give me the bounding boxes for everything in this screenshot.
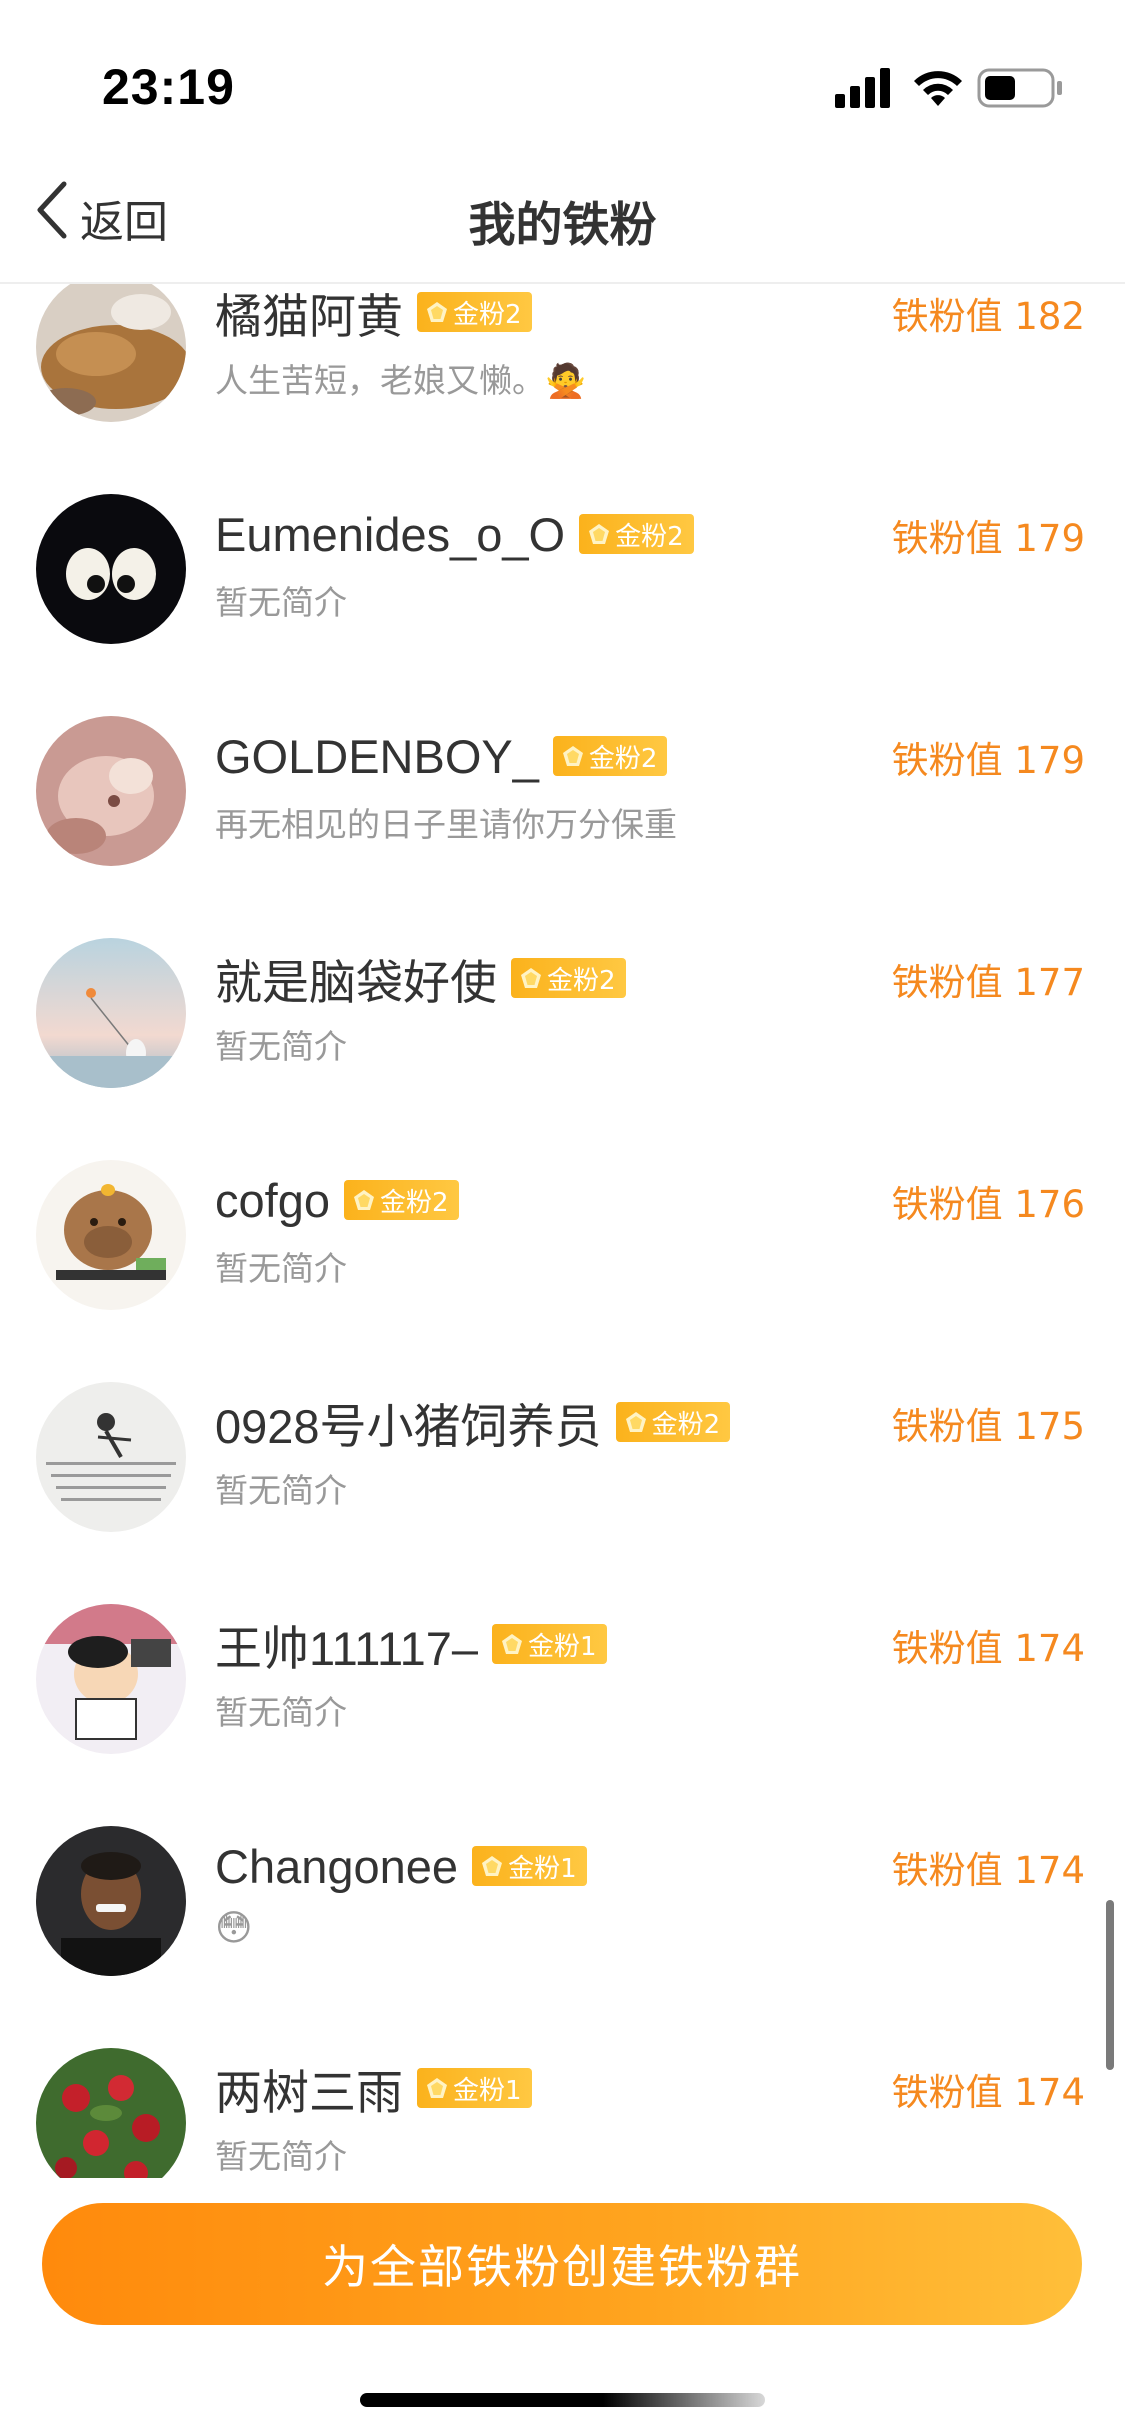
fan-name-line: 橘猫阿黄 金粉2 — [215, 284, 532, 344]
scrollbar[interactable] — [1106, 1900, 1114, 2070]
fan-name[interactable]: 两树三雨 — [215, 2054, 403, 2123]
fan-name[interactable]: 橘猫阿黄 — [215, 284, 403, 347]
gold-gem-icon — [502, 1634, 523, 1654]
fan-name-line: Eumenides_o_O 金粉2 — [215, 502, 694, 566]
nav-bar: 返回 我的铁粉 — [0, 140, 1125, 284]
fan-score: 铁粉值 179 — [891, 739, 1085, 782]
fan-score: 铁粉值 175 — [891, 1405, 1085, 1448]
fan-score: 铁粉值 182 — [891, 295, 1085, 338]
fan-level-badge: 金粉2 — [343, 1180, 459, 1220]
fan-name-line: GOLDENBOY_ 金粉2 — [215, 724, 668, 788]
avatar[interactable] — [36, 938, 186, 1088]
fan-level-badge: 金粉2 — [552, 736, 668, 776]
status-icons — [835, 66, 1065, 110]
bottom-action-area: 为全部铁粉创建铁粉群 — [0, 2178, 1125, 2436]
fan-name[interactable]: Eumenides_o_O — [215, 507, 565, 562]
fan-bio: 暂无简介 — [215, 1471, 347, 1510]
fan-badge-label: 金粉2 — [615, 521, 684, 552]
create-fan-group-button[interactable]: 为全部铁粉创建铁粉群 — [42, 2203, 1082, 2325]
fan-bio: 暂无简介 — [215, 1027, 347, 1066]
status-time: 23:19 — [102, 59, 235, 115]
gold-gem-icon — [353, 1190, 374, 1210]
wifi-icon — [914, 71, 962, 106]
fan-name[interactable]: cofgo — [215, 1173, 330, 1228]
gold-gem-icon — [427, 2078, 447, 2098]
fan-badge-label: 金粉1 — [528, 1631, 597, 1662]
fan-row[interactable]: 橘猫阿黄 金粉2 人生苦短，老娘又懒。🙅 铁粉值 182 — [0, 284, 1125, 494]
fan-bio: 😳 — [215, 1908, 253, 1949]
fan-name-line: 王帅111117– 金粉1 — [215, 1612, 607, 1676]
avatar[interactable] — [36, 284, 186, 422]
fan-level-badge: 金粉1 — [417, 2068, 532, 2108]
fan-row[interactable]: 就是脑袋好使 金粉2 暂无简介 铁粉值 177 — [0, 938, 1125, 1160]
fan-name[interactable]: GOLDENBOY_ — [215, 729, 539, 784]
fan-name-line: 就是脑袋好使 金粉2 — [215, 946, 626, 1010]
fan-row[interactable]: GOLDENBOY_ 金粉2 再无相见的日子里请你万分保重 铁粉值 179 — [0, 716, 1125, 938]
fan-bio: 再无相见的日子里请你万分保重 — [215, 805, 677, 844]
fan-name-line: 两树三雨 金粉1 — [215, 2056, 532, 2120]
avatar[interactable] — [36, 2048, 186, 2178]
fan-name[interactable]: 0928号小猪饲养员 — [215, 1388, 602, 1457]
fan-row[interactable]: Eumenides_o_O 金粉2 暂无简介 铁粉值 179 — [0, 494, 1125, 716]
fan-name-line: cofgo 金粉2 — [215, 1168, 459, 1232]
gold-gem-icon — [427, 302, 447, 322]
fan-level-badge: 金粉2 — [511, 958, 626, 998]
fan-score: 铁粉值 179 — [891, 517, 1085, 560]
gold-gem-icon — [625, 1412, 646, 1432]
fan-score: 铁粉值 176 — [891, 1183, 1085, 1226]
fan-score: 铁粉值 174 — [891, 2071, 1085, 2114]
fan-badge-label: 金粉2 — [588, 743, 658, 774]
fan-bio: 暂无简介 — [215, 583, 347, 622]
fan-badge-label: 金粉1 — [508, 1853, 577, 1884]
fan-row[interactable]: Changonee 金粉1 😳 铁粉值 174 — [0, 1826, 1125, 2048]
fan-badge-label: 金粉1 — [453, 2075, 522, 2106]
fan-badge-label: 金粉2 — [547, 965, 616, 996]
fan-bio-emoji: 😳 — [215, 1908, 253, 1949]
fan-badge-label: 金粉2 — [651, 1409, 721, 1440]
iron-fans-screen: 23:19 返回 我的铁粉 橘猫阿黄 金粉2 人生苦短，老娘又懒。🙅 铁粉值 1… — [0, 0, 1125, 2436]
fan-row[interactable]: cofgo 金粉2 暂无简介 铁粉值 176 — [0, 1160, 1125, 1382]
avatar[interactable] — [36, 494, 186, 644]
fan-bio: 暂无简介 — [215, 1249, 347, 1288]
fan-score: 铁粉值 177 — [891, 961, 1085, 1004]
fan-level-badge: 金粉2 — [579, 514, 694, 554]
gold-gem-icon — [482, 1856, 503, 1876]
fan-bio: 暂无简介 — [215, 1693, 347, 1732]
fan-badge-label: 金粉2 — [379, 1187, 449, 1218]
battery-icon — [977, 68, 1062, 108]
fan-name[interactable]: Changonee — [215, 1839, 458, 1894]
avatar[interactable] — [36, 716, 186, 866]
fan-score: 铁粉值 174 — [891, 1849, 1085, 1892]
fan-score: 铁粉值 174 — [891, 1627, 1085, 1670]
fan-level-badge: 金粉2 — [615, 1402, 731, 1442]
fan-row[interactable]: 两树三雨 金粉1 暂无简介 铁粉值 174 — [0, 2048, 1125, 2178]
status-bar: 23:19 — [0, 0, 1125, 140]
fan-level-badge: 金粉1 — [492, 1624, 607, 1664]
fan-badge-label: 金粉2 — [453, 299, 522, 330]
fan-level-badge: 金粉1 — [472, 1846, 587, 1886]
fan-row[interactable]: 王帅111117– 金粉1 暂无简介 铁粉值 174 — [0, 1604, 1125, 1826]
avatar[interactable] — [36, 1826, 186, 1976]
cellular-signal-icon — [835, 68, 890, 108]
fan-name-line: Changonee 金粉1 — [215, 1834, 587, 1898]
fan-list[interactable]: 橘猫阿黄 金粉2 人生苦短，老娘又懒。🙅 铁粉值 182 Eumenides_o… — [0, 284, 1125, 2178]
fan-level-badge: 金粉2 — [417, 292, 532, 332]
avatar[interactable] — [36, 1160, 186, 1310]
fan-name[interactable]: 王帅111117– — [215, 1610, 478, 1679]
fan-row[interactable]: 0928号小猪饲养员 金粉2 暂无简介 铁粉值 175 — [0, 1382, 1125, 1604]
page-title: 我的铁粉 — [468, 198, 657, 253]
gold-gem-icon — [521, 968, 541, 988]
fan-name-line: 0928号小猪饲养员 金粉2 — [215, 1388, 731, 1457]
fan-bio: 人生苦短，老娘又懒。🙅 — [215, 361, 587, 400]
home-indicator — [360, 2393, 765, 2407]
fan-name[interactable]: 就是脑袋好使 — [215, 944, 497, 1013]
avatar[interactable] — [36, 1604, 186, 1754]
fan-bio: 暂无简介 — [215, 2137, 347, 2176]
gold-gem-icon — [562, 746, 583, 766]
avatar[interactable] — [36, 1382, 186, 1532]
gold-gem-icon — [589, 524, 610, 544]
